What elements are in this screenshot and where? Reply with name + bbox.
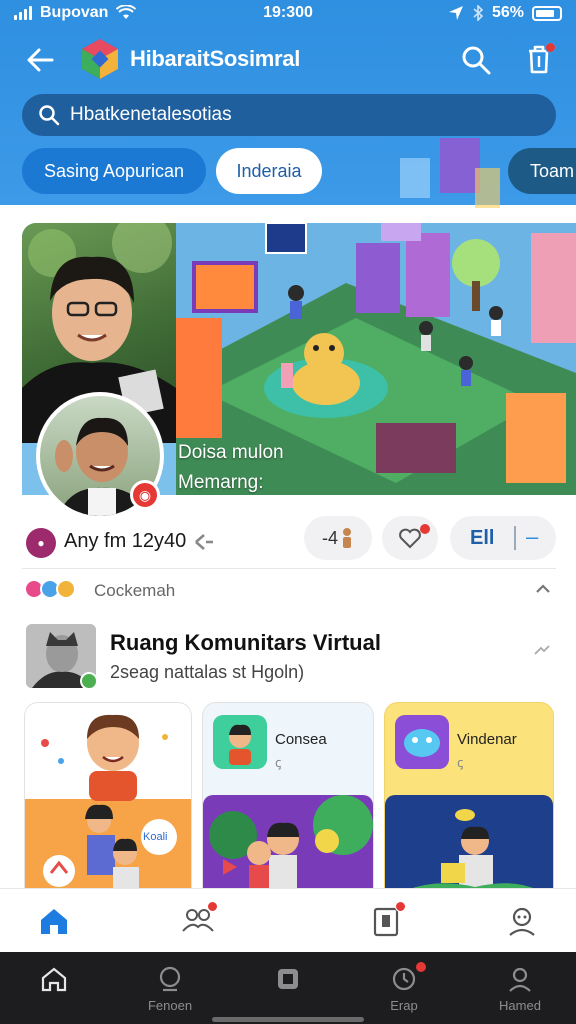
online-status-icon [80,672,96,688]
community-card-1[interactable]: Koali [24,702,192,902]
chevron-up-icon[interactable] [532,578,554,600]
tab-pages[interactable] [368,901,406,939]
reaction-emoji-icons [24,579,76,599]
tab-home[interactable] [36,903,72,939]
trash-button[interactable] [522,42,556,76]
system-tab-profile[interactable]: Hamed [480,964,560,1014]
house-outline-icon [41,967,67,992]
tab-profile[interactable] [504,903,540,939]
battery-percent: 56% [491,4,524,21]
back-arrow-icon[interactable] [22,42,58,78]
home-icon [41,909,67,934]
notifications-dot [416,962,426,972]
system-tab-notifications-label: Erap [390,998,418,1013]
system-tab-feed-label: Fenoen [147,998,193,1013]
pages-notification-dot [395,901,406,912]
system-tab-bar: Fenoen Erap Hamed [0,952,576,1024]
location-icon [448,6,463,20]
reactions-label: Cockemah [94,581,176,600]
home-indicator[interactable] [212,1017,364,1022]
system-tab-market[interactable] [248,964,328,1014]
extra-action-button[interactable]: Ell – [450,516,556,560]
app-logo-icon [82,39,118,79]
feed-icon [159,966,181,992]
header-illustration [400,138,500,208]
card-3-label: Vindenar [457,731,517,748]
status-bar: Bupovan 19:300 56% [0,0,576,28]
reaction-count: -4 [321,527,338,548]
system-tab-profile-label: Hamed [499,998,541,1013]
community-title[interactable]: Ruang Komunitars Virtual [110,630,381,656]
community-card-2[interactable]: Consea ꞔ [202,702,374,902]
share-icon[interactable] [192,530,216,554]
author-badge-icon: ● [26,528,56,558]
community-subtitle: 2seag nattalas st Hgoln) [110,662,305,682]
card-2-thumb [213,715,267,769]
minus-icon[interactable]: – [526,524,538,550]
app-tab-bar [0,888,576,952]
hero-caption-line2: Memarng: [178,472,264,493]
extra-action-label: Ell [470,526,495,549]
card-2-sub: ꞔ [275,755,282,770]
profile-icon [509,907,535,936]
like-notification-dot [420,524,430,534]
bluetooth-icon [473,5,484,21]
post-author-line: Any fm 12y40 [64,530,187,552]
person-icon [509,967,531,992]
system-tab-home[interactable] [14,964,94,1014]
market-icon [278,969,298,989]
app-header: Bupovan 19:300 56% HibaraitSosimral Hbat… [0,0,576,208]
system-tab-notifications[interactable]: Erap [364,962,444,1014]
figure-icon [343,528,351,548]
search-input[interactable] [70,104,510,126]
search-field-icon [39,105,60,126]
divider [22,568,556,569]
reaction-count-button[interactable]: -4 [304,516,372,560]
hero-caption-line1: Doisa mulon [178,442,284,463]
reactions-summary[interactable]: Cockemah [24,578,556,604]
separator [514,526,516,550]
post-actions: ● Any fm 12y40 -4 Ell – [0,510,576,568]
more-icon[interactable] [532,640,552,660]
card-2-label: Consea [275,731,327,748]
card-3-sub: ꞔ [457,755,464,770]
hero-caption: Doisa mulon Memarng: [178,438,284,495]
app-bar: HibaraitSosimral [0,32,576,88]
search-icon[interactable] [460,44,492,76]
groups-notification-dot [207,901,218,912]
card-1-bubble: Koali [143,831,168,843]
tab-groups[interactable] [180,901,218,939]
clock-icon [392,967,416,991]
card-1-illustration [25,714,191,901]
card-3-illustration [385,795,553,901]
battery-icon [532,5,562,21]
notification-dot [545,42,556,53]
chip-category-2[interactable]: Inderaia [216,148,322,194]
card-3-thumb [395,715,449,769]
community-avatar[interactable] [26,624,96,688]
app-title: HibaraitSosimral [130,46,301,71]
live-badge-icon: ◉ [130,480,160,510]
chip-category-3[interactable]: Toam [508,148,576,194]
community-card-3[interactable]: Vindenar ꞔ [384,702,554,902]
system-tab-feed[interactable]: Fenoen [130,964,210,1014]
card-2-illustration [203,795,373,901]
like-button[interactable] [382,516,438,560]
chip-category-1[interactable]: Sasing Aopurican [22,148,206,194]
